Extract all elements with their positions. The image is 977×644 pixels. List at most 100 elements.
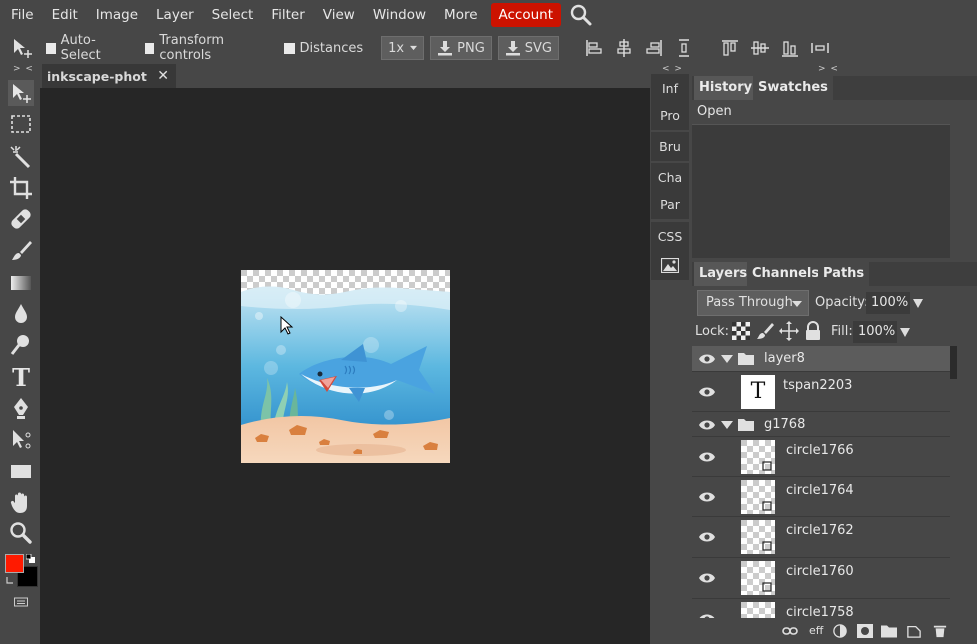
align-center-h-icon[interactable] bbox=[613, 37, 635, 59]
effects-button[interactable]: eff bbox=[809, 624, 823, 637]
eye-icon[interactable] bbox=[699, 531, 715, 543]
layers-controls: Pass Through Opacity: 100% bbox=[692, 288, 977, 318]
distribute-h-icon[interactable] bbox=[673, 37, 695, 59]
eye-icon[interactable] bbox=[699, 491, 715, 503]
export-png-button[interactable]: PNG bbox=[430, 36, 492, 60]
eye-icon[interactable] bbox=[699, 451, 715, 463]
default-colors-icon[interactable] bbox=[26, 554, 35, 563]
zoom-select[interactable]: 1x bbox=[381, 36, 425, 60]
canvas-area[interactable] bbox=[40, 88, 650, 644]
link-icon[interactable] bbox=[782, 624, 798, 638]
menu-select[interactable]: Select bbox=[203, 0, 263, 30]
crop-icon[interactable] bbox=[8, 175, 34, 201]
tab-history[interactable]: History bbox=[694, 76, 758, 100]
menu-window[interactable]: Window bbox=[364, 0, 435, 30]
tab-swatches[interactable]: Swatches bbox=[753, 76, 833, 100]
distribute-v-icon[interactable] bbox=[809, 37, 831, 59]
rectangle-shape-icon[interactable] bbox=[8, 458, 34, 484]
adjustment-icon[interactable] bbox=[832, 624, 848, 638]
trash-icon[interactable] bbox=[932, 624, 948, 638]
layers-scrollbar[interactable] bbox=[950, 346, 957, 379]
distances-checkbox[interactable]: Distances bbox=[283, 41, 363, 56]
zoom-icon[interactable] bbox=[8, 520, 34, 546]
layer-row-g1768[interactable]: g1768 bbox=[692, 412, 950, 437]
collapse-right-toggle[interactable]: > < bbox=[818, 64, 839, 74]
text-tool-icon[interactable]: T bbox=[8, 364, 34, 390]
hand-icon[interactable] bbox=[8, 489, 34, 515]
layer-row-circle1762[interactable]: circle1762 bbox=[692, 517, 950, 558]
layer-row-tspan2203[interactable]: T tspan2203 bbox=[692, 372, 950, 412]
new-group-icon[interactable] bbox=[881, 624, 897, 638]
layer-row-circle1764[interactable]: circle1764 bbox=[692, 477, 950, 517]
export-svg-button[interactable]: SVG bbox=[497, 36, 559, 60]
tab-paths[interactable]: Paths bbox=[818, 262, 870, 286]
lock-position-icon[interactable] bbox=[779, 321, 799, 341]
lock-all-icon[interactable] bbox=[804, 321, 822, 341]
path-select-icon[interactable] bbox=[8, 427, 34, 453]
layer-row-circle1760[interactable]: circle1760 bbox=[692, 558, 950, 599]
document-image[interactable] bbox=[241, 270, 450, 463]
eye-icon[interactable] bbox=[699, 419, 715, 431]
align-right-icon[interactable] bbox=[643, 37, 665, 59]
menu-view[interactable]: View bbox=[314, 0, 364, 30]
menu-image[interactable]: Image bbox=[87, 0, 147, 30]
image-panel-button[interactable] bbox=[651, 251, 689, 281]
menu-layer[interactable]: Layer bbox=[147, 0, 203, 30]
history-item[interactable]: Open bbox=[692, 100, 950, 125]
gradient-icon[interactable] bbox=[8, 270, 34, 296]
info-panel-button[interactable]: Inf bbox=[651, 74, 689, 104]
collapse-toolbar-toggle[interactable]: > < bbox=[13, 64, 34, 74]
close-icon[interactable]: ✕ bbox=[157, 68, 169, 84]
expand-arrow-icon[interactable] bbox=[721, 355, 733, 363]
pen-tool-icon[interactable] bbox=[8, 395, 34, 421]
menu-filter[interactable]: Filter bbox=[262, 0, 313, 30]
blur-drop-icon[interactable] bbox=[8, 301, 34, 327]
auto-select-checkbox[interactable]: Auto-Select bbox=[46, 33, 127, 63]
brush-icon[interactable] bbox=[8, 238, 34, 264]
brush-panel-button[interactable]: Bru bbox=[651, 132, 689, 162]
keyboard-icon[interactable] bbox=[14, 596, 28, 608]
character-panel-button[interactable]: Cha bbox=[651, 163, 689, 193]
blend-mode-select[interactable]: Pass Through bbox=[697, 290, 809, 316]
layer-row-layer8[interactable]: layer8 bbox=[692, 346, 950, 372]
align-middle-icon[interactable] bbox=[749, 37, 771, 59]
tab-channels[interactable]: Channels bbox=[747, 262, 825, 286]
transform-controls-checkbox[interactable]: Transform controls bbox=[144, 33, 266, 63]
eye-icon[interactable] bbox=[699, 353, 715, 365]
opacity-dropdown-icon[interactable] bbox=[913, 299, 923, 308]
paragraph-panel-button[interactable]: Par bbox=[651, 190, 689, 220]
swap-colors-icon[interactable] bbox=[5, 576, 15, 586]
menu-more[interactable]: More bbox=[435, 0, 486, 30]
move-tool[interactable] bbox=[8, 80, 34, 106]
css-panel-button[interactable]: CSS bbox=[651, 222, 689, 252]
properties-panel-button[interactable]: Pro bbox=[651, 101, 689, 131]
document-tab[interactable]: inkscape-photo ✕ bbox=[42, 64, 176, 88]
align-bottom-icon[interactable] bbox=[779, 37, 801, 59]
dodge-icon[interactable] bbox=[8, 332, 34, 358]
lock-pixels-icon[interactable] bbox=[756, 322, 774, 340]
collapse-mini-toggle[interactable]: < > bbox=[662, 64, 683, 74]
align-top-icon[interactable] bbox=[719, 37, 741, 59]
healing-brush-icon[interactable] bbox=[8, 206, 34, 232]
tab-layers[interactable]: Layers bbox=[694, 262, 753, 286]
new-layer-icon[interactable] bbox=[906, 624, 922, 638]
account-button[interactable]: Account bbox=[490, 3, 562, 27]
foreground-color[interactable] bbox=[5, 554, 24, 573]
align-left-icon[interactable] bbox=[583, 37, 605, 59]
menu-edit[interactable]: Edit bbox=[43, 0, 87, 30]
menu-file[interactable]: File bbox=[2, 0, 43, 30]
eye-icon[interactable] bbox=[699, 572, 715, 584]
right-panel: History Swatches Open Layers Channels Pa… bbox=[692, 74, 977, 644]
search-icon[interactable] bbox=[569, 3, 593, 27]
expand-arrow-icon[interactable] bbox=[721, 421, 733, 429]
marquee-select-icon[interactable] bbox=[8, 111, 34, 137]
mask-icon[interactable] bbox=[857, 624, 873, 638]
layer-row-circle1766[interactable]: circle1766 bbox=[692, 437, 950, 477]
eye-icon[interactable] bbox=[699, 386, 715, 398]
layer-row-circle1758[interactable]: circle1758 bbox=[692, 599, 950, 618]
fill-dropdown-icon[interactable] bbox=[900, 328, 910, 337]
opacity-input[interactable]: 100% bbox=[866, 292, 910, 314]
magic-wand-icon[interactable] bbox=[8, 144, 34, 170]
fill-input[interactable]: 100% bbox=[853, 321, 897, 343]
lock-transparency-icon[interactable] bbox=[732, 322, 750, 340]
